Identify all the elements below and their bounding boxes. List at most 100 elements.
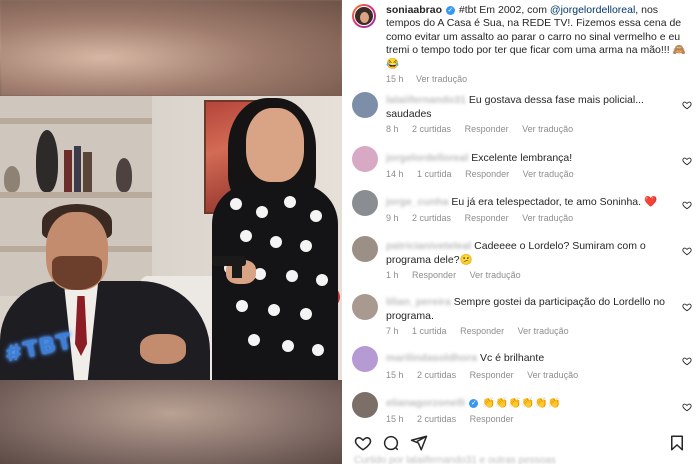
heart-icon[interactable]: [682, 156, 692, 166]
vase: [116, 158, 132, 192]
commenter-avatar[interactable]: [352, 294, 378, 320]
dress-dot: [316, 274, 328, 286]
comment-reply-button[interactable]: Responder: [465, 124, 509, 134]
commenter-avatar[interactable]: [352, 146, 378, 172]
comment-meta: 9 h 2 curtidas Responder Ver tradução: [386, 213, 584, 223]
dress-dot: [240, 230, 252, 242]
author-username[interactable]: soniaabrao: [386, 4, 442, 16]
comment-meta: 1 h Responder Ver tradução: [386, 270, 532, 280]
dress-dot: [236, 300, 248, 312]
comment-icon[interactable]: [382, 434, 400, 452]
dress-dot: [312, 344, 324, 356]
dress-dot: [286, 270, 298, 282]
author-avatar[interactable]: [352, 4, 376, 28]
dress-dot: [300, 240, 312, 252]
comment-likes[interactable]: 2 curtidas: [417, 370, 456, 380]
dress-dot: [268, 304, 280, 316]
comment-meta: 15 h 2 curtidas Responder Ver tradução: [386, 370, 589, 380]
vase: [4, 166, 20, 192]
comment-likes[interactable]: 2 curtidas: [412, 213, 451, 223]
comment-time: 1 h: [386, 270, 399, 280]
man-beard: [52, 256, 102, 290]
comment-translate-button[interactable]: Ver tradução: [522, 213, 573, 223]
comment-translate-button[interactable]: Ver tradução: [518, 326, 569, 336]
comment-likes[interactable]: 1 curtida: [417, 169, 452, 179]
commenter-avatar[interactable]: [352, 236, 378, 262]
comment-body: patricianiveteleal Cadeeee o Lordelo? Su…: [386, 240, 666, 267]
dress-dot: [230, 198, 242, 210]
heart-icon[interactable]: [682, 246, 692, 256]
verified-icon: ✓: [445, 6, 455, 15]
comment-translate-button[interactable]: Ver tradução: [470, 270, 521, 280]
dress-dot: [270, 236, 282, 248]
man-suit: [0, 281, 210, 380]
dress-dot: [310, 210, 322, 222]
media-blur-bottom: [0, 380, 342, 464]
caption-text-prefix: #tbt Em 2002, com: [458, 4, 550, 16]
commenter-avatar[interactable]: [352, 92, 378, 118]
comment-time: 9 h: [386, 213, 399, 223]
comment-meta: 7 h 1 curtida Responder Ver tradução: [386, 326, 580, 336]
comment-reply-button[interactable]: Responder: [412, 270, 456, 280]
commenter-username[interactable]: lilian_pereira: [386, 296, 451, 308]
dress-dot: [282, 340, 294, 352]
caption-see-translation[interactable]: Ver tradução: [416, 74, 467, 84]
post-photo: #TBT: [0, 96, 342, 380]
comment-translate-button[interactable]: Ver tradução: [527, 370, 578, 380]
comment-body: lilian_pereira Sempre gostei da particip…: [386, 296, 666, 323]
comment-reply-button[interactable]: Responder: [470, 370, 514, 380]
media-blur-top: [0, 0, 342, 96]
caption-mention[interactable]: @jorgelordelloreal: [550, 4, 635, 16]
prop-gun-grip: [232, 262, 242, 278]
comment-text: 👏👏👏👏👏👏: [482, 397, 561, 409]
comment-text: Eu já era telespectador, te amo Soninha.…: [451, 196, 658, 208]
commenter-username[interactable]: marilindasoldhora: [386, 352, 477, 364]
comment-text: Vc é brilhante: [479, 352, 545, 364]
book: [74, 146, 81, 192]
post-media[interactable]: #TBT: [0, 0, 342, 464]
comment-translate-button[interactable]: Ver tradução: [522, 124, 573, 134]
commenter-username[interactable]: elianagorzonelli: [386, 397, 465, 409]
comment-text: Excelente lembrança!: [471, 152, 573, 164]
vase: [36, 130, 58, 192]
comment-meta: 8 h 2 curtidas Responder Ver tradução: [386, 124, 584, 134]
heart-icon[interactable]: [682, 402, 692, 412]
commenter-username[interactable]: jorgelordelloreal: [386, 152, 468, 164]
heart-icon[interactable]: [682, 356, 692, 366]
comment-translate-button[interactable]: Ver tradução: [523, 169, 574, 179]
commenter-avatar[interactable]: [352, 392, 378, 418]
caption-meta: 15 h Ver tradução: [386, 73, 690, 86]
commenter-avatar[interactable]: [352, 190, 378, 216]
commenter-username[interactable]: lalaiifernando31: [386, 94, 466, 106]
comment-time: 7 h: [386, 326, 399, 336]
likes-summary[interactable]: Curtido por lalaiifernando31 e outras pe…: [354, 455, 556, 464]
heart-icon[interactable]: [682, 302, 692, 312]
save-icon[interactable]: [668, 434, 686, 452]
shelf: [0, 118, 152, 124]
comment-likes[interactable]: 2 curtidas: [412, 124, 451, 134]
comment-likes[interactable]: 2 curtidas: [417, 414, 456, 424]
verified-icon: ✓: [469, 399, 479, 408]
heart-icon[interactable]: [682, 200, 692, 210]
like-heart-icon[interactable]: [354, 434, 372, 452]
comment-body: marilindasoldhora Vc é brilhante: [386, 352, 666, 366]
dress-dot: [284, 196, 296, 208]
comment-reply-button[interactable]: Responder: [465, 169, 509, 179]
comment-likes[interactable]: 1 curtida: [412, 326, 447, 336]
commenter-avatar[interactable]: [352, 346, 378, 372]
comment-reply-button[interactable]: Responder: [470, 414, 514, 424]
comment-reply-button[interactable]: Responder: [460, 326, 504, 336]
heart-icon[interactable]: [682, 100, 692, 110]
man-hand: [140, 334, 186, 364]
share-icon[interactable]: [410, 434, 428, 452]
comment-body: jorgelordelloreal Excelente lembrança!: [386, 152, 666, 166]
comment-reply-button[interactable]: Responder: [465, 213, 509, 223]
commenter-username[interactable]: jorge_cunha: [386, 196, 448, 208]
post-caption: soniaabrao ✓ #tbt Em 2002, com @jorgelor…: [386, 4, 690, 86]
shelf: [0, 192, 152, 198]
dress-dot: [300, 308, 312, 320]
book: [83, 152, 92, 192]
dress-dot: [248, 334, 260, 346]
comments-panel: soniaabrao ✓ #tbt Em 2002, com @jorgelor…: [342, 0, 696, 464]
commenter-username[interactable]: patricianiveteleal: [386, 240, 471, 252]
